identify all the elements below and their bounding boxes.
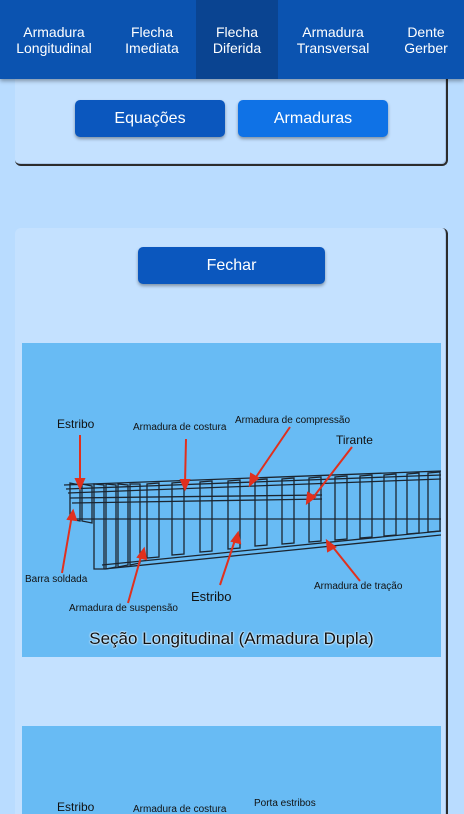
reinforcement-button[interactable]: Armaduras: [238, 100, 388, 137]
label-estribo-bottom: Estribo: [191, 589, 232, 604]
label-estribo: Estribo: [57, 800, 95, 814]
tab-armadura-transversal[interactable]: Armadura Transversal: [278, 0, 388, 79]
second-section-image: Estribo Armadura de costura Porta estrib…: [22, 726, 441, 814]
label-armadura-compressao: Armadura de compressão: [235, 415, 351, 426]
longitudinal-section-image: Estribo Armadura de costura Armadura de …: [22, 343, 441, 657]
label-armadura-tracao: Armadura de tração: [314, 581, 403, 592]
equations-button[interactable]: Equações: [75, 100, 225, 137]
figure-caption: Seção Longitudinal (Armadura Dupla): [89, 629, 374, 648]
label-tirante: Tirante: [336, 433, 373, 447]
tab-armadura-longitudinal[interactable]: Armadura Longitudinal: [0, 0, 108, 79]
label-armadura-costura: Armadura de costura: [133, 422, 227, 433]
label-armadura-costura-2: Armadura de costura: [133, 804, 227, 814]
tab-flecha-imediata[interactable]: Flecha Imediata: [108, 0, 196, 79]
close-button[interactable]: Fechar: [138, 247, 325, 284]
label-barra-soldada: Barra soldada: [25, 574, 88, 585]
label-armadura-suspensao: Armadura de suspensão: [69, 603, 178, 614]
tab-flecha-diferida[interactable]: Flecha Diferida: [196, 0, 278, 79]
top-tab-bar: Armadura Longitudinal Flecha Imediata Fl…: [0, 0, 464, 79]
label-estribo-top: Estribo: [57, 417, 95, 431]
label-porta-estribos: Porta estribos: [254, 798, 316, 809]
tab-dente-gerber[interactable]: Dente Gerber: [388, 0, 464, 79]
